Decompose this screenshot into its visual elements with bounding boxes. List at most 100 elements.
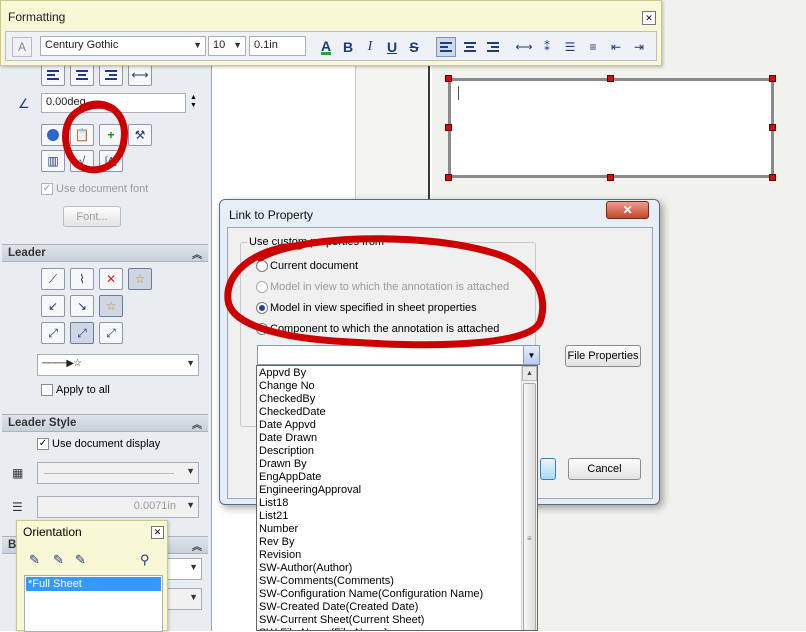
- property-list-item[interactable]: Date Drawn: [259, 432, 317, 445]
- resize-handle[interactable]: [607, 75, 614, 82]
- close-icon[interactable]: ✕: [151, 526, 164, 539]
- arrow-style-select[interactable]: ────▶☆ ▼: [37, 354, 199, 376]
- resize-handle[interactable]: [769, 124, 776, 131]
- resize-handle[interactable]: [445, 75, 452, 82]
- link-to-property-button[interactable]: 📋: [70, 124, 94, 146]
- insert-link-button[interactable]: [41, 124, 65, 146]
- resize-handle[interactable]: [769, 75, 776, 82]
- text-align-right-button[interactable]: [483, 37, 503, 57]
- property-list-item[interactable]: Rev By: [259, 536, 294, 549]
- align-center-button[interactable]: [70, 64, 94, 86]
- line-style-select[interactable]: ▼: [37, 462, 199, 484]
- font-button[interactable]: Font...: [63, 206, 121, 227]
- leader-straight-button[interactable]: ⟋: [41, 268, 65, 290]
- property-list-item[interactable]: EngineeringApproval: [259, 484, 361, 497]
- geometric-tolerance-button[interactable]: √: [70, 150, 94, 172]
- text-box-button[interactable]: [A]: [99, 150, 123, 172]
- property-list-item[interactable]: SW-Current Sheet(Current Sheet): [259, 614, 424, 627]
- radio-current-document[interactable]: [256, 260, 268, 272]
- symbol-library-button[interactable]: ⚒: [128, 124, 152, 146]
- font-name-select[interactable]: Century Gothic ▼: [40, 36, 206, 56]
- decrease-indent-button[interactable]: ⇤: [606, 37, 626, 57]
- resize-handle[interactable]: [445, 174, 452, 181]
- cancel-button[interactable]: Cancel: [568, 458, 641, 480]
- property-list-item[interactable]: Drawn By: [259, 458, 307, 471]
- resize-handle[interactable]: [445, 124, 452, 131]
- scrollbar-thumb[interactable]: ≡: [523, 383, 536, 630]
- resize-handle[interactable]: [607, 174, 614, 181]
- property-list-item[interactable]: List18: [259, 497, 288, 510]
- property-list-item[interactable]: List21: [259, 510, 288, 523]
- property-list-item[interactable]: CheckedBy: [259, 393, 315, 406]
- property-list-item[interactable]: SW-Comments(Comments): [259, 575, 394, 588]
- border-style-select[interactable]: ▼: [166, 558, 202, 580]
- use-document-font-checkbox[interactable]: ✓: [41, 183, 53, 195]
- radio-component-attached[interactable]: [256, 323, 268, 335]
- property-list-item[interactable]: Revision: [259, 549, 301, 562]
- property-dropdown-list[interactable]: Appvd By Change No CheckedBy CheckedDate Dat…: [256, 365, 538, 631]
- numbering-button[interactable]: ≡: [583, 37, 603, 57]
- list-scrollbar[interactable]: ▲ ≡: [521, 366, 537, 630]
- font-color-button[interactable]: A: [316, 37, 336, 57]
- property-list-item[interactable]: EngAppDate: [259, 471, 321, 484]
- font-size-select[interactable]: 10 ▼: [208, 36, 246, 56]
- underline-button[interactable]: U: [382, 37, 402, 57]
- radio-model-attached[interactable]: [256, 281, 268, 293]
- line-weight-select[interactable]: 0.0071in ▼: [37, 496, 199, 518]
- property-list-item[interactable]: Number: [259, 523, 298, 536]
- use-document-display-checkbox[interactable]: ✓: [37, 438, 49, 450]
- dialog-close-button[interactable]: ✕: [606, 201, 649, 219]
- bullets-button[interactable]: ☰: [560, 37, 580, 57]
- radio-model-sheet-properties[interactable]: [256, 302, 268, 314]
- update-view-icon[interactable]: ✎: [53, 552, 64, 568]
- auto-leader-button[interactable]: ☆: [128, 268, 152, 290]
- delete-view-icon[interactable]: ✎: [75, 552, 86, 568]
- leader-right-button[interactable]: ↘: [70, 295, 94, 317]
- strikethrough-button[interactable]: S: [404, 37, 424, 57]
- leader-style-section-header[interactable]: Leader Style ︽: [2, 414, 208, 432]
- fit-width-button[interactable]: ⟷: [514, 37, 534, 57]
- angle-field[interactable]: 0.00deg: [41, 93, 186, 113]
- stack-button[interactable]: ▥: [41, 150, 65, 172]
- property-list-item[interactable]: SW-Author(Author): [259, 562, 352, 575]
- angle-spinner-icon[interactable]: ▲ ▼: [190, 94, 197, 110]
- property-list-item[interactable]: Date Appvd: [259, 419, 316, 432]
- align-right-button[interactable]: [99, 64, 123, 86]
- increase-indent-button[interactable]: ⇥: [629, 37, 649, 57]
- property-list-item[interactable]: Change No: [259, 380, 315, 393]
- attach-middle-button[interactable]: ⤢: [70, 322, 94, 344]
- text-align-center-button[interactable]: [460, 37, 480, 57]
- attach-top-button[interactable]: ⤢: [41, 322, 65, 344]
- ok-button[interactable]: [540, 458, 556, 480]
- italic-button[interactable]: I: [360, 37, 380, 57]
- no-leader-button[interactable]: ✕: [99, 268, 123, 290]
- leader-bent-button[interactable]: ⌇: [70, 268, 94, 290]
- text-height-field[interactable]: 0.1in: [249, 36, 306, 56]
- leader-nearest-button[interactable]: ☆: [99, 295, 123, 317]
- bold-button[interactable]: B: [338, 37, 358, 57]
- leader-left-button[interactable]: ↙: [41, 295, 65, 317]
- line-spacing-button[interactable]: ⁑: [537, 37, 557, 57]
- orientation-item[interactable]: *Full Sheet: [26, 577, 161, 591]
- close-icon[interactable]: ✕: [642, 11, 656, 25]
- property-list-item[interactable]: Appvd By: [259, 367, 306, 380]
- new-view-icon[interactable]: ✎: [29, 552, 40, 568]
- pin-icon[interactable]: ⚲: [140, 552, 150, 568]
- chevron-down-icon[interactable]: ▼: [523, 346, 539, 364]
- text-align-left-button[interactable]: [436, 37, 456, 57]
- leader-section-header[interactable]: Leader ︽: [2, 244, 208, 262]
- file-properties-button[interactable]: File Properties: [565, 345, 641, 367]
- property-name-combo[interactable]: ▼: [257, 345, 540, 365]
- border-size-select[interactable]: ▼: [166, 588, 202, 610]
- property-list-item[interactable]: SW-File Name(File Name): [259, 627, 388, 630]
- attach-bottom-button[interactable]: ⤢: [99, 322, 123, 344]
- resize-handle[interactable]: [769, 174, 776, 181]
- scroll-up-icon[interactable]: ▲: [522, 366, 537, 381]
- property-list-item[interactable]: SW-Configuration Name(Configuration Name…: [259, 588, 483, 601]
- property-list-item[interactable]: SW-Created Date(Created Date): [259, 601, 418, 614]
- fit-text-button[interactable]: ⟷: [128, 64, 152, 86]
- note-text-box[interactable]: [448, 78, 774, 178]
- apply-to-all-checkbox[interactable]: [41, 384, 53, 396]
- add-symbol-button[interactable]: +: [99, 124, 123, 146]
- property-list-item[interactable]: Description: [259, 445, 314, 458]
